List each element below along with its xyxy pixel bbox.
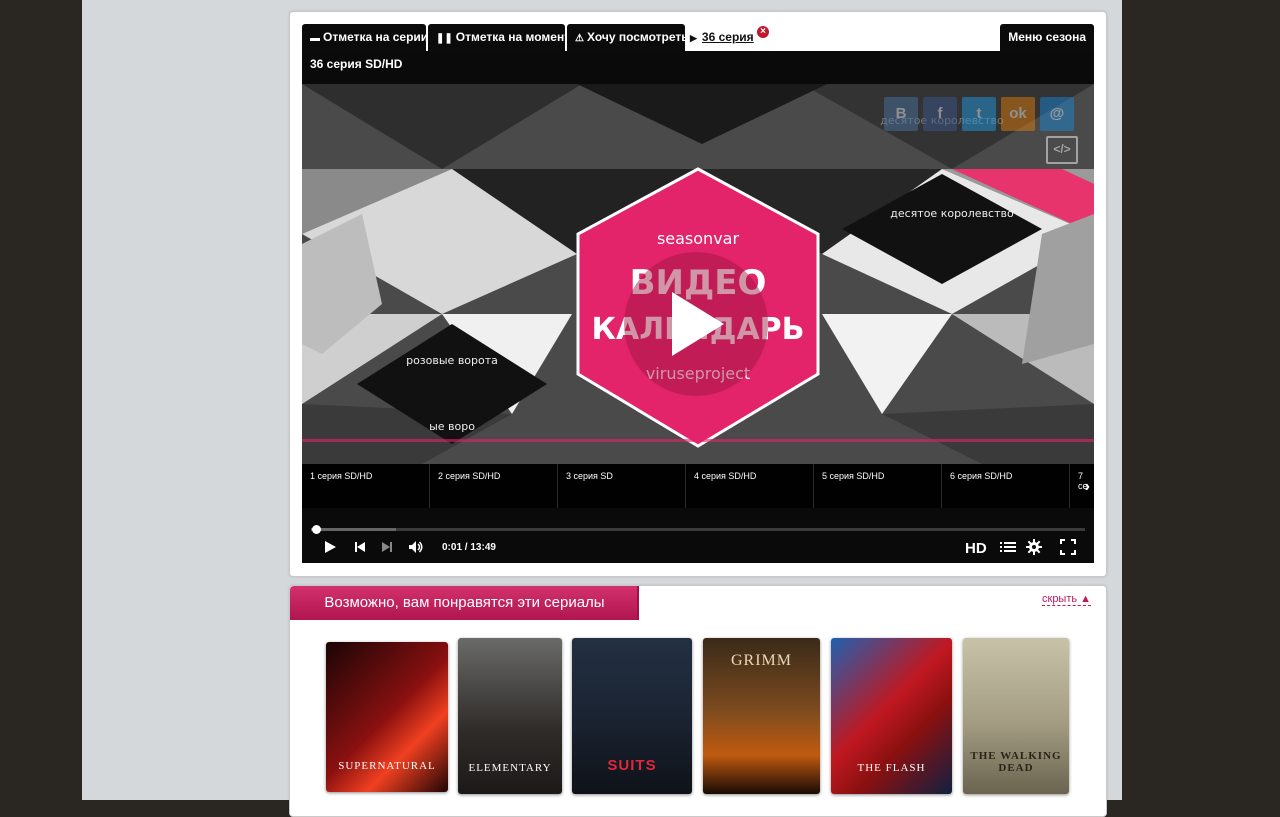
recommendations-title: Возможно, вам понравятся эти сериалы xyxy=(290,586,639,620)
left-card-title: розовые ворота xyxy=(406,354,498,367)
quality-button[interactable]: HD xyxy=(965,540,987,557)
volume-icon[interactable] xyxy=(408,539,424,555)
episode-item[interactable]: 6 серия SD/HD xyxy=(942,464,1070,508)
left-card-title-bottom: ые воро xyxy=(429,420,475,433)
progress-buffer xyxy=(311,528,397,531)
play-icon[interactable] xyxy=(324,539,338,555)
playlist-icon[interactable] xyxy=(1000,539,1016,555)
odnoklassniki-icon[interactable]: ok xyxy=(1001,97,1035,131)
poster-flash[interactable]: THE FLASH xyxy=(831,638,952,794)
poster-grimm[interactable]: GRIMM xyxy=(703,638,820,794)
gear-icon[interactable] xyxy=(1026,539,1042,555)
player-tabs: ▬ Отметка на серии ❚❚ Отметка на моменте ⚠… xyxy=(302,24,1094,51)
poster-supernatural[interactable]: SUPERNATURAL xyxy=(326,642,448,792)
right-card-title: десятое королевство xyxy=(890,207,1014,220)
episode-title: 36 серия SD/HD xyxy=(310,57,403,71)
tab-want-to-watch[interactable]: ⚠ Хочу посмотреть xyxy=(567,24,689,51)
episode-item[interactable]: 1 серия SD/HD xyxy=(302,464,430,508)
big-play-button[interactable] xyxy=(624,252,768,396)
warning-icon: ⚠ xyxy=(575,33,584,44)
time-display: 0:01 / 13:49 xyxy=(442,542,496,553)
poster-walking-dead[interactable]: THE WALKING DEAD xyxy=(963,638,1069,794)
poster-elementary[interactable]: ELEMENTARY xyxy=(458,638,562,794)
hide-link[interactable]: скрыть ▲ xyxy=(1042,593,1092,606)
episode-item[interactable]: 7 се xyxy=(1070,464,1094,508)
progress-bar[interactable] xyxy=(311,525,1085,534)
pause-icon: ❚❚ xyxy=(436,33,453,44)
next-icon[interactable] xyxy=(380,539,394,555)
tab-moment-mark[interactable]: ❚❚ Отметка на моменте xyxy=(428,24,577,51)
video-player[interactable]: 36 серия SD/HD розовые ворота ые воро де… xyxy=(302,51,1094,563)
player-panel: ▬ Отметка на серии ❚❚ Отметка на моменте ⚠… xyxy=(289,11,1107,577)
poster-suits[interactable]: SUITS xyxy=(572,638,692,794)
episode-item[interactable]: 2 серия SD/HD xyxy=(430,464,558,508)
season-menu-button[interactable]: Меню сезона xyxy=(1000,24,1094,51)
twitter-icon[interactable]: t xyxy=(962,97,996,131)
brand-top: seasonvar xyxy=(657,229,740,248)
play-triangle-icon: ▶ xyxy=(690,33,697,43)
progress-knob[interactable] xyxy=(311,525,321,534)
film-icon: ▬ xyxy=(310,33,320,44)
play-icon xyxy=(672,292,724,356)
embed-icon[interactable]: </> xyxy=(1046,136,1078,164)
close-icon[interactable]: × xyxy=(757,26,769,38)
vk-icon[interactable]: В xyxy=(884,97,918,131)
tab-current-episode[interactable]: ▶ 36 серия xyxy=(690,24,754,51)
episode-item[interactable]: 4 серия SD/HD xyxy=(686,464,814,508)
tab-episode-mark[interactable]: ▬ Отметка на серии xyxy=(302,24,428,51)
mail-icon[interactable]: @ xyxy=(1040,97,1074,131)
previous-icon[interactable] xyxy=(353,539,367,555)
episode-item[interactable]: 5 серия SD/HD xyxy=(814,464,942,508)
facebook-icon[interactable]: f xyxy=(923,97,957,131)
episode-item[interactable]: 3 серия SD xyxy=(558,464,686,508)
fullscreen-icon[interactable] xyxy=(1060,539,1076,555)
video-frame[interactable]: розовые ворота ые воро десятое королевст… xyxy=(302,84,1094,464)
chevron-right-icon[interactable]: › xyxy=(1085,478,1090,496)
episode-strip: 1 серия SD/HD 2 серия SD/HD 3 серия SD 4… xyxy=(302,464,1094,508)
recommendations-panel: Возможно, вам понравятся эти сериалы скр… xyxy=(289,585,1107,817)
